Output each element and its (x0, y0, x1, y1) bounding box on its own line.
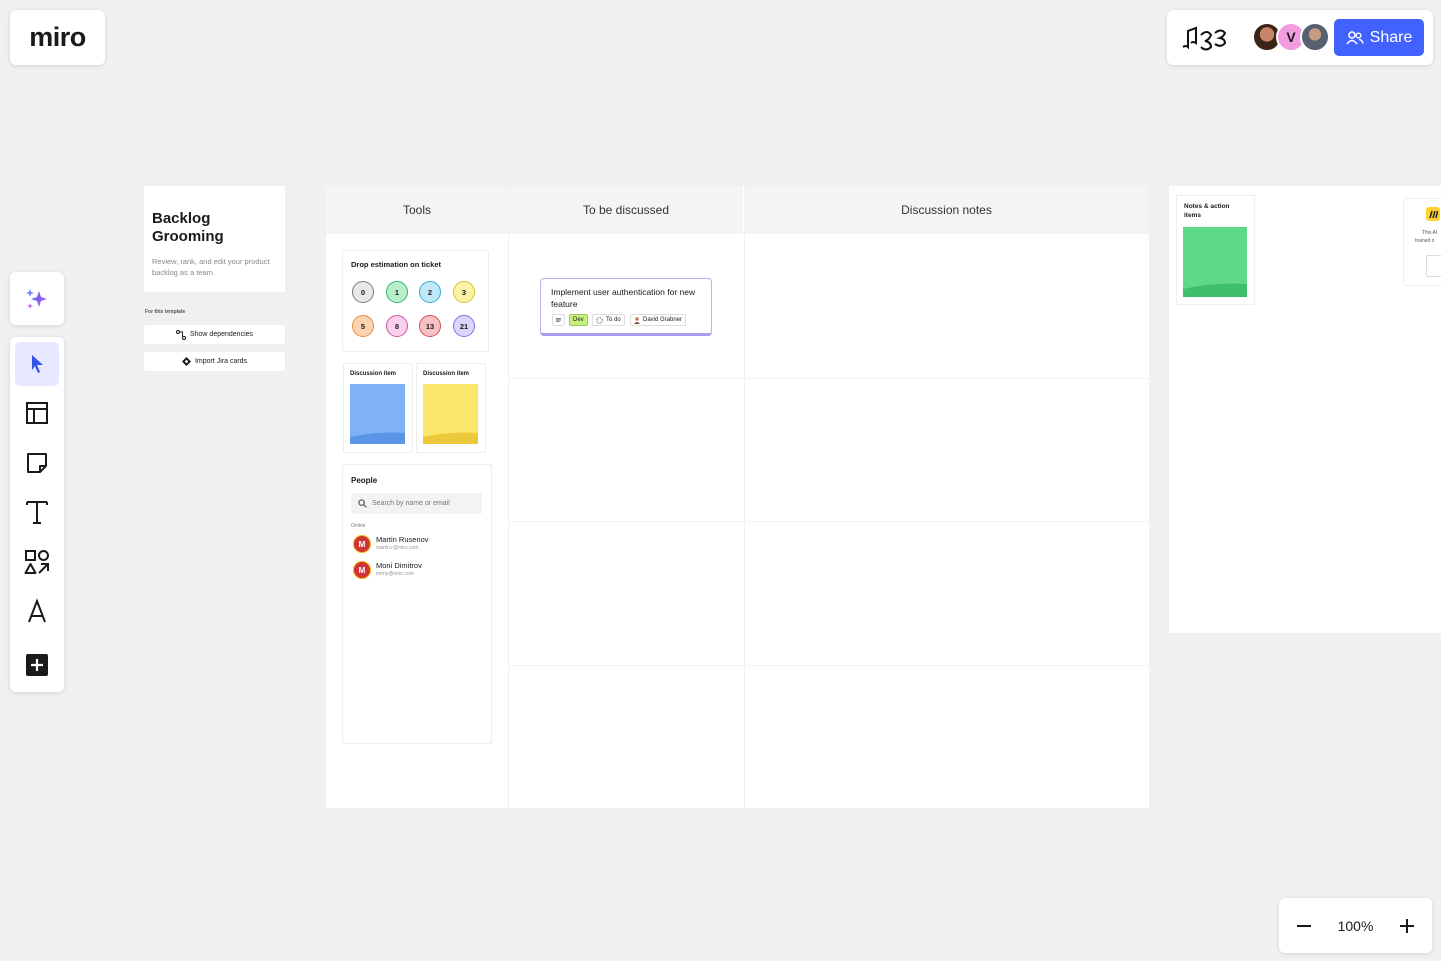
sparkles-icon (26, 288, 47, 309)
pen-tool[interactable] (15, 589, 59, 633)
ai-side-card[interactable]: This AI trained o (1403, 198, 1441, 286)
avatar: M (353, 561, 371, 579)
miro-logo[interactable]: miro (10, 10, 105, 65)
assignee-label: David Grabner (643, 317, 683, 323)
dependency-icon (175, 329, 186, 340)
ticket-status[interactable]: To do (592, 314, 625, 326)
pen-icon (28, 598, 46, 623)
sticky-note-green[interactable] (1183, 227, 1247, 297)
discussion-item-title: Discussion item (350, 371, 397, 377)
import-jira-label: Import Jira cards (194, 358, 248, 365)
select-tool[interactable] (15, 342, 59, 386)
layout-icon (26, 402, 48, 424)
ticket-title: Implement user authentication for new fe… (551, 287, 696, 309)
column-header-tools: Tools (326, 186, 508, 234)
template-title: Backlog Grooming (152, 210, 224, 245)
people-title: People (351, 476, 378, 485)
music-notes-icon[interactable] (1179, 23, 1239, 53)
person-name: Moni Dimitrov (376, 561, 422, 570)
status-label: To do (606, 317, 621, 323)
zoom-in-icon[interactable] (1398, 917, 1416, 935)
estimation-value-8[interactable]: 8 (386, 315, 408, 337)
column-header-discussion-notes: Discussion notes (744, 186, 1149, 234)
estimation-value-3[interactable]: 3 (453, 281, 475, 303)
share-label: Share (1369, 28, 1413, 46)
notes-title: Notes & action items (1184, 203, 1230, 219)
for-template-label: For this template (145, 309, 186, 315)
ai-assist-button[interactable] (10, 272, 64, 325)
column-header-to-be-discussed: To be discussed (509, 186, 743, 234)
row-divider (509, 521, 1149, 522)
people-icon (1345, 30, 1364, 44)
text-tool[interactable] (15, 490, 59, 534)
person-email: martin.r@miro.com (376, 545, 419, 551)
side-card-text-1: This AI (1422, 230, 1438, 236)
search-icon (358, 499, 367, 508)
column-title: Discussion notes (901, 203, 992, 217)
person-email: mony@miro.com (376, 571, 414, 577)
person-item[interactable]: M Martin Rusenov martin.r@miro.com (353, 534, 483, 556)
cursor-icon (32, 355, 43, 373)
column-title: Tools (402, 203, 431, 217)
jira-icon (181, 357, 191, 366)
person-name: Martin Rusenov (376, 535, 429, 544)
sticky-note-blue[interactable] (350, 384, 405, 444)
discussion-item-blue[interactable]: Discussion item (343, 363, 413, 453)
zoom-out-icon[interactable] (1295, 917, 1313, 935)
description-icon[interactable] (552, 314, 565, 326)
shapes-tool[interactable] (15, 540, 59, 584)
ticket-assignee[interactable]: David Grabner (630, 314, 687, 326)
text-icon (26, 501, 48, 524)
tag-label: Dev (573, 317, 584, 323)
jira-ticket-card[interactable]: Implement user authentication for new fe… (540, 278, 712, 336)
avatar: M (353, 535, 371, 553)
side-card-text-2: trained o (1415, 238, 1435, 244)
templates-tool[interactable] (15, 391, 59, 435)
row-divider (509, 665, 1149, 666)
discussion-item-title: Discussion item (423, 371, 470, 377)
show-dependencies-label: Show dependencies (189, 331, 254, 338)
notes-action-items-card[interactable]: Notes & action items (1176, 195, 1255, 305)
ticket-tag[interactable]: Dev (569, 314, 588, 326)
column-divider (744, 186, 745, 808)
column-title: To be discussed (582, 203, 670, 217)
shapes-icon (24, 550, 49, 574)
plus-square-icon (26, 654, 48, 676)
row-divider (509, 378, 1149, 379)
sticky-note-tool[interactable] (15, 441, 59, 485)
avatar-photo-2[interactable] (1300, 22, 1330, 52)
estimation-value-5[interactable]: 5 (352, 315, 374, 337)
user-avatar-icon (634, 316, 640, 324)
person-item[interactable]: M Moni Dimitrov mony@miro.com (353, 560, 483, 582)
sticky-note-icon (27, 453, 47, 473)
estimation-widget: Drop estimation on ticket 0 1 2 3 5 8 13 21 (342, 250, 489, 352)
estimation-value-1[interactable]: 1 (386, 281, 408, 303)
left-toolbar (10, 337, 64, 692)
estimation-title: Drop estimation on ticket (351, 260, 442, 269)
miro-badge-icon (1426, 207, 1440, 221)
column-divider (508, 186, 509, 808)
estimation-value-21[interactable]: 21 (453, 315, 475, 337)
estimation-value-13[interactable]: 13 (419, 315, 441, 337)
people-search-placeholder: Search by name or email (372, 500, 450, 507)
estimation-value-2[interactable]: 2 (419, 281, 441, 303)
zoom-controls: 100% (1279, 898, 1432, 953)
add-more-tool[interactable] (15, 643, 59, 687)
logo-text: miro (29, 22, 86, 52)
people-search-input[interactable]: Search by name or email (351, 493, 482, 514)
template-intro-card[interactable]: Backlog Grooming Review, rank, and edit … (144, 186, 285, 292)
people-widget: People Search by name or email Online M … (342, 464, 492, 744)
show-dependencies-button[interactable]: Show dependencies (144, 325, 285, 344)
sticky-note-yellow[interactable] (423, 384, 478, 444)
share-button[interactable]: Share (1334, 19, 1424, 56)
top-right-bar: V Share (1167, 10, 1433, 65)
template-description: Review, rank, and edit your product back… (152, 257, 270, 277)
discussion-item-yellow[interactable]: Discussion item (416, 363, 486, 453)
estimation-value-0[interactable]: 0 (352, 281, 374, 303)
online-label: Online (351, 523, 366, 529)
import-jira-button[interactable]: Import Jira cards (144, 352, 285, 371)
status-dashed-circle-icon (596, 316, 603, 324)
zoom-level[interactable]: 100% (1338, 918, 1374, 934)
side-card-button[interactable] (1426, 255, 1441, 277)
